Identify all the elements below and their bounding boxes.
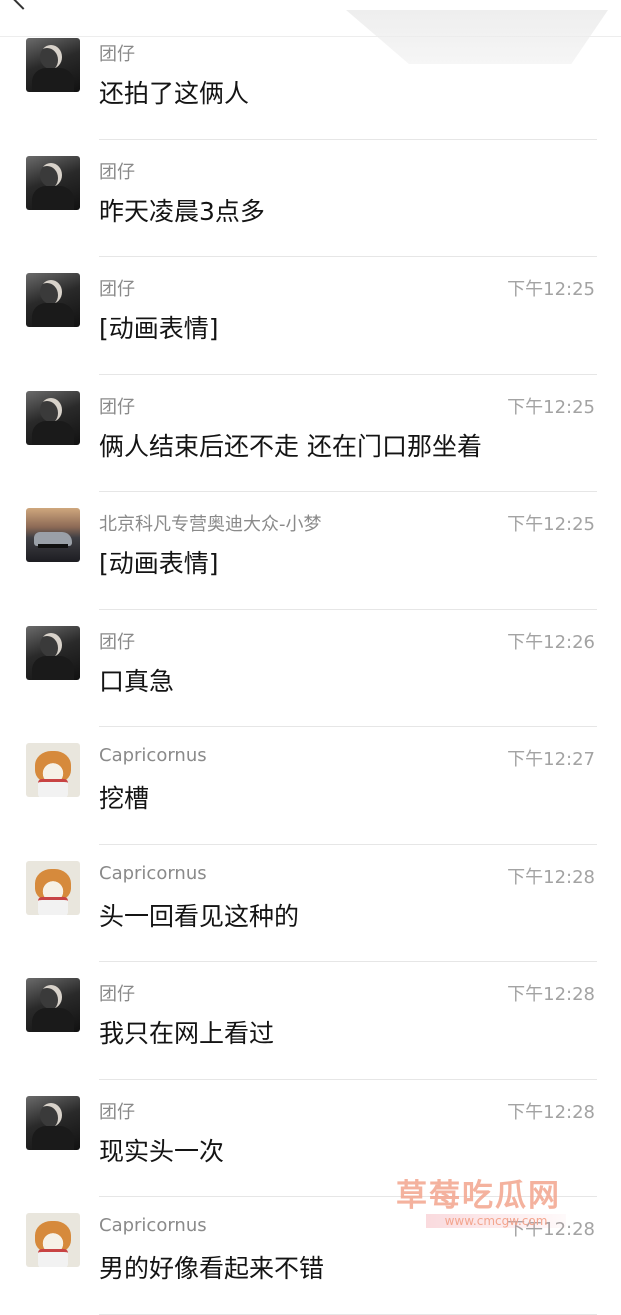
sender-name: 团仔 (99, 44, 135, 65)
message-text: 口真急 (99, 666, 175, 696)
message-time: 下午12:28 (507, 1101, 595, 1123)
message-time: 下午12:25 (507, 279, 595, 300)
message-item[interactable]: 团仔 下午12:25 俩人结束后还不走 还在门口那坐着 (0, 375, 621, 492)
message-text: 头一回看见这种的 (99, 901, 300, 931)
avatar[interactable] (26, 743, 80, 797)
sender-name: Capricornus (99, 745, 207, 766)
message-time: 下午12:28 (507, 984, 595, 1005)
message-text: 昨天凌晨3点多 (99, 196, 265, 226)
avatar[interactable] (26, 38, 80, 92)
message-text: [动画表情] (99, 549, 219, 578)
watermark-title: 草莓吃瓜网 (396, 1178, 561, 1214)
sender-name: Capricornus (99, 1215, 207, 1236)
sender-name: 团仔 (99, 1101, 135, 1123)
avatar[interactable] (26, 978, 80, 1032)
avatar[interactable] (26, 273, 80, 327)
sender-name: 北京科凡专营奥迪大众-小梦 (99, 514, 322, 535)
back-arrow-icon[interactable] (10, 0, 36, 10)
message-time: 下午12:28 (507, 866, 595, 888)
message-time: 下午12:27 (507, 749, 595, 770)
message-item[interactable]: Capricornus 下午12:28 头一回看见这种的 (0, 845, 621, 962)
message-time: 下午12:25 (507, 396, 595, 418)
message-item[interactable]: 北京科凡专营奥迪大众-小梦 下午12:25 [动画表情] (0, 492, 621, 610)
sender-name: 团仔 (99, 984, 135, 1005)
message-text: 俩人结束后还不走 还在门口那坐着 (99, 431, 482, 461)
message-text: 挖槽 (99, 784, 150, 813)
message-item[interactable]: 团仔昨天凌晨3点多 (0, 140, 621, 257)
message-item[interactable]: 团仔 下午12:26 口真急 (0, 610, 621, 727)
message-text: [动画表情] (99, 314, 219, 343)
message-text: 我只在网上看过 (99, 1019, 275, 1048)
avatar[interactable] (26, 625, 80, 680)
message-item[interactable]: 团仔 下午12:28 我只在网上看过 (0, 962, 621, 1080)
avatar[interactable] (26, 155, 80, 210)
sender-name: Capricornus (99, 862, 207, 884)
message-time: 下午12:25 (507, 514, 595, 535)
sender-name: 团仔 (99, 279, 135, 300)
avatar[interactable] (26, 1095, 80, 1150)
avatar[interactable] (26, 390, 80, 445)
message-time: 下午12:26 (507, 631, 595, 653)
watermark-url: www.cmcgw.com (426, 1214, 566, 1228)
message-text: 还拍了这俩人 (99, 79, 250, 108)
avatar[interactable] (26, 860, 80, 915)
watermark: 草莓吃瓜网 www.cmcgw.com (396, 1170, 566, 1228)
message-item[interactable]: Capricornus 下午12:27 挖槽 (0, 727, 621, 845)
message-item[interactable]: 团仔 还拍了这俩人 (0, 22, 621, 140)
message-item[interactable]: 团仔 下午12:25 [动画表情] (0, 257, 621, 375)
avatar[interactable] (26, 1213, 80, 1267)
message-list: 团仔 还拍了这俩人 团仔 昨天凌晨3点多 团仔 下午12:25 [动画表情] 团仔 下午12:2… (0, 22, 621, 1315)
message-text: 现实头一次 (99, 1136, 225, 1166)
avatar[interactable] (26, 508, 80, 562)
sender-name: 团仔 (99, 396, 135, 418)
sender-name: 团仔 (99, 631, 135, 653)
divider (99, 1313, 597, 1315)
sender-name: 团仔 (99, 161, 135, 183)
